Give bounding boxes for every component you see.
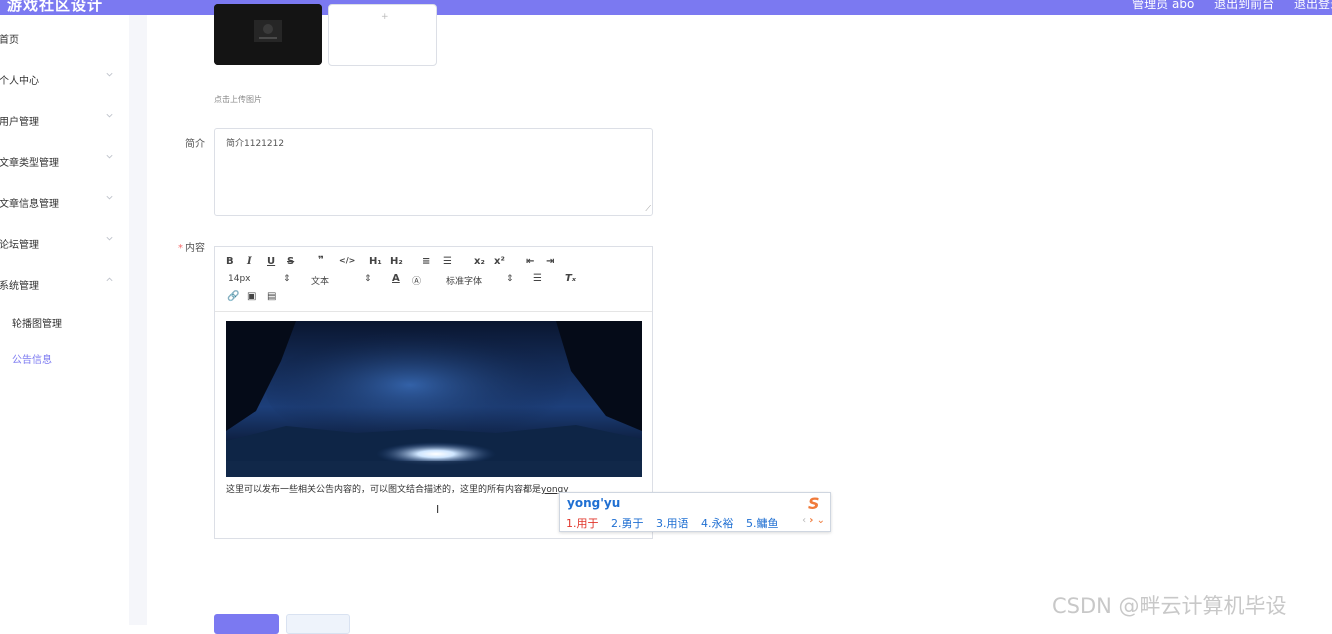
chevron-updown-icon: ⇕: [283, 274, 291, 284]
clear-format-icon[interactable]: Tₓ: [565, 273, 576, 284]
video-icon[interactable]: ▤: [267, 291, 276, 302]
upload-add-box[interactable]: +: [328, 4, 437, 66]
watermark: CSDN @畔云计算机毕设: [1052, 594, 1287, 618]
chevron-down-icon: [105, 70, 115, 80]
bullet-list-icon[interactable]: ☰: [443, 256, 452, 267]
text-cursor-icon: I: [436, 503, 440, 516]
sidebar-subitem-carousel[interactable]: 轮播图管理: [12, 315, 62, 330]
superscript-icon[interactable]: x²: [494, 256, 505, 267]
sidebar-item-label: 文章类型管理: [0, 158, 59, 169]
font-size-select[interactable]: 14px: [228, 274, 251, 284]
uploaded-image-thumbnail[interactable]: [214, 4, 322, 65]
ime-page-nav: ‹ › ⌄: [802, 515, 825, 526]
sidebar-item-users[interactable]: 用户管理: [0, 110, 129, 130]
heading2-icon[interactable]: H₂: [390, 256, 403, 267]
chevron-up-icon: [105, 275, 115, 285]
intro-textarea[interactable]: 简介1121212 ⟋: [214, 128, 653, 216]
italic-icon[interactable]: I: [247, 256, 252, 267]
back-to-frontend-link[interactable]: 退出到前台: [1214, 0, 1274, 11]
ime-candidate-popup[interactable]: yong'yu S 1.用于 2.勇于 3.用语 4.永裕 5.鳙鱼 ‹ › ⌄: [559, 492, 831, 532]
svg-text:+: +: [381, 12, 389, 22]
ime-candidate[interactable]: 4.永裕: [701, 517, 734, 530]
ordered-list-icon[interactable]: ≡: [422, 256, 430, 267]
heading1-icon[interactable]: H₁: [369, 256, 382, 267]
blockquote-icon[interactable]: ❞: [318, 255, 324, 266]
sidebar-item-articles[interactable]: 文章信息管理: [0, 192, 129, 212]
sidebar-divider: [129, 15, 147, 625]
underline-icon[interactable]: U: [267, 256, 275, 267]
intro-value: 简介1121212: [226, 139, 285, 149]
sidebar-item-label: 文章信息管理: [0, 199, 59, 210]
ime-candidate[interactable]: 5.鳙鱼: [746, 517, 779, 530]
link-icon[interactable]: 🔗: [227, 291, 239, 302]
cancel-button[interactable]: [286, 614, 350, 634]
editor-text-body: 这里可以发布一些相关公告内容的，可以图文结合描述的，这里的所有内容都是: [226, 485, 542, 495]
block-type-select[interactable]: 文本: [311, 274, 329, 287]
sidebar-subitem-announcements[interactable]: 公告信息: [12, 351, 52, 366]
chevron-left-icon[interactable]: ‹: [802, 515, 806, 526]
font-family-select[interactable]: 标准字体: [446, 274, 482, 287]
content-label: * 内容: [178, 239, 205, 254]
top-right-links: 管理员 abo 退出到前台 退出登录: [1116, 0, 1332, 12]
required-mark: *: [178, 243, 183, 254]
chevron-down-icon[interactable]: ⌄: [817, 515, 825, 526]
font-color-icon[interactable]: A: [392, 273, 400, 284]
editor-toolbar: B I U S ❞ </> H₁ H₂ ≡ ☰ x₂ x² ⇤ ⇥ 14px ⇕…: [215, 247, 652, 312]
bold-icon[interactable]: B: [226, 256, 234, 267]
sidebar-item-label: 首页: [0, 35, 19, 46]
sidebar-item-forum[interactable]: 论坛管理: [0, 233, 129, 253]
sidebar-item-label: 个人中心: [0, 76, 39, 87]
sidebar-item-home[interactable]: 首页: [0, 28, 129, 48]
sidebar-item-system[interactable]: 系统管理: [0, 274, 129, 294]
resize-grip-icon[interactable]: ⟋: [645, 204, 651, 214]
chevron-down-icon: [105, 111, 115, 121]
app-title: 游戏社区设计: [7, 0, 104, 14]
logout-link[interactable]: 退出登录: [1294, 0, 1332, 11]
sidebar-item-label: 论坛管理: [0, 240, 39, 251]
ime-pinyin: yong'yu: [567, 496, 621, 510]
sidebar-item-label: 用户管理: [0, 117, 39, 128]
editor-embedded-image: [226, 321, 642, 477]
submit-button[interactable]: [214, 614, 279, 634]
chevron-updown-icon: ⇕: [506, 274, 514, 284]
ime-candidate[interactable]: 3.用语: [656, 517, 689, 530]
ime-candidate-list: 1.用于 2.勇于 3.用语 4.永裕 5.鳙鱼: [566, 515, 788, 531]
subscript-icon[interactable]: x₂: [474, 256, 485, 267]
image-icon[interactable]: ▣: [247, 291, 256, 302]
top-bar: 游戏社区设计 管理员 abo 退出到前台 退出登录: [0, 0, 1332, 15]
content-label-text: 内容: [185, 243, 205, 254]
strikethrough-icon[interactable]: S: [287, 256, 294, 267]
upload-hint: 点击上传图片: [214, 95, 262, 104]
chevron-down-icon: [105, 152, 115, 162]
user-label: 管理员 abo: [1132, 0, 1195, 11]
align-icon[interactable]: ☰: [533, 273, 542, 284]
chevron-down-icon: [105, 234, 115, 244]
chevron-updown-icon: ⇕: [364, 274, 372, 284]
intro-label: 简介: [185, 139, 205, 150]
ime-candidate[interactable]: 2.勇于: [611, 517, 644, 530]
ime-candidate[interactable]: 1.用于: [566, 517, 599, 530]
sidebar-item-profile[interactable]: 个人中心: [0, 69, 129, 89]
outdent-icon[interactable]: ⇤: [526, 256, 534, 267]
indent-icon[interactable]: ⇥: [546, 256, 554, 267]
chevron-down-icon: [105, 193, 115, 203]
editor-content-text: 这里可以发布一些相关公告内容的，可以图文结合描述的，这里的所有内容都是yongy: [226, 482, 569, 495]
background-color-icon[interactable]: Ⓐ: [412, 274, 421, 287]
sidebar-item-article-types[interactable]: 文章类型管理: [0, 151, 129, 171]
code-icon[interactable]: </>: [339, 256, 355, 265]
sidebar-item-label: 系统管理: [0, 281, 39, 292]
chevron-right-icon[interactable]: ›: [809, 515, 813, 526]
sogou-logo-icon: S: [808, 494, 820, 513]
